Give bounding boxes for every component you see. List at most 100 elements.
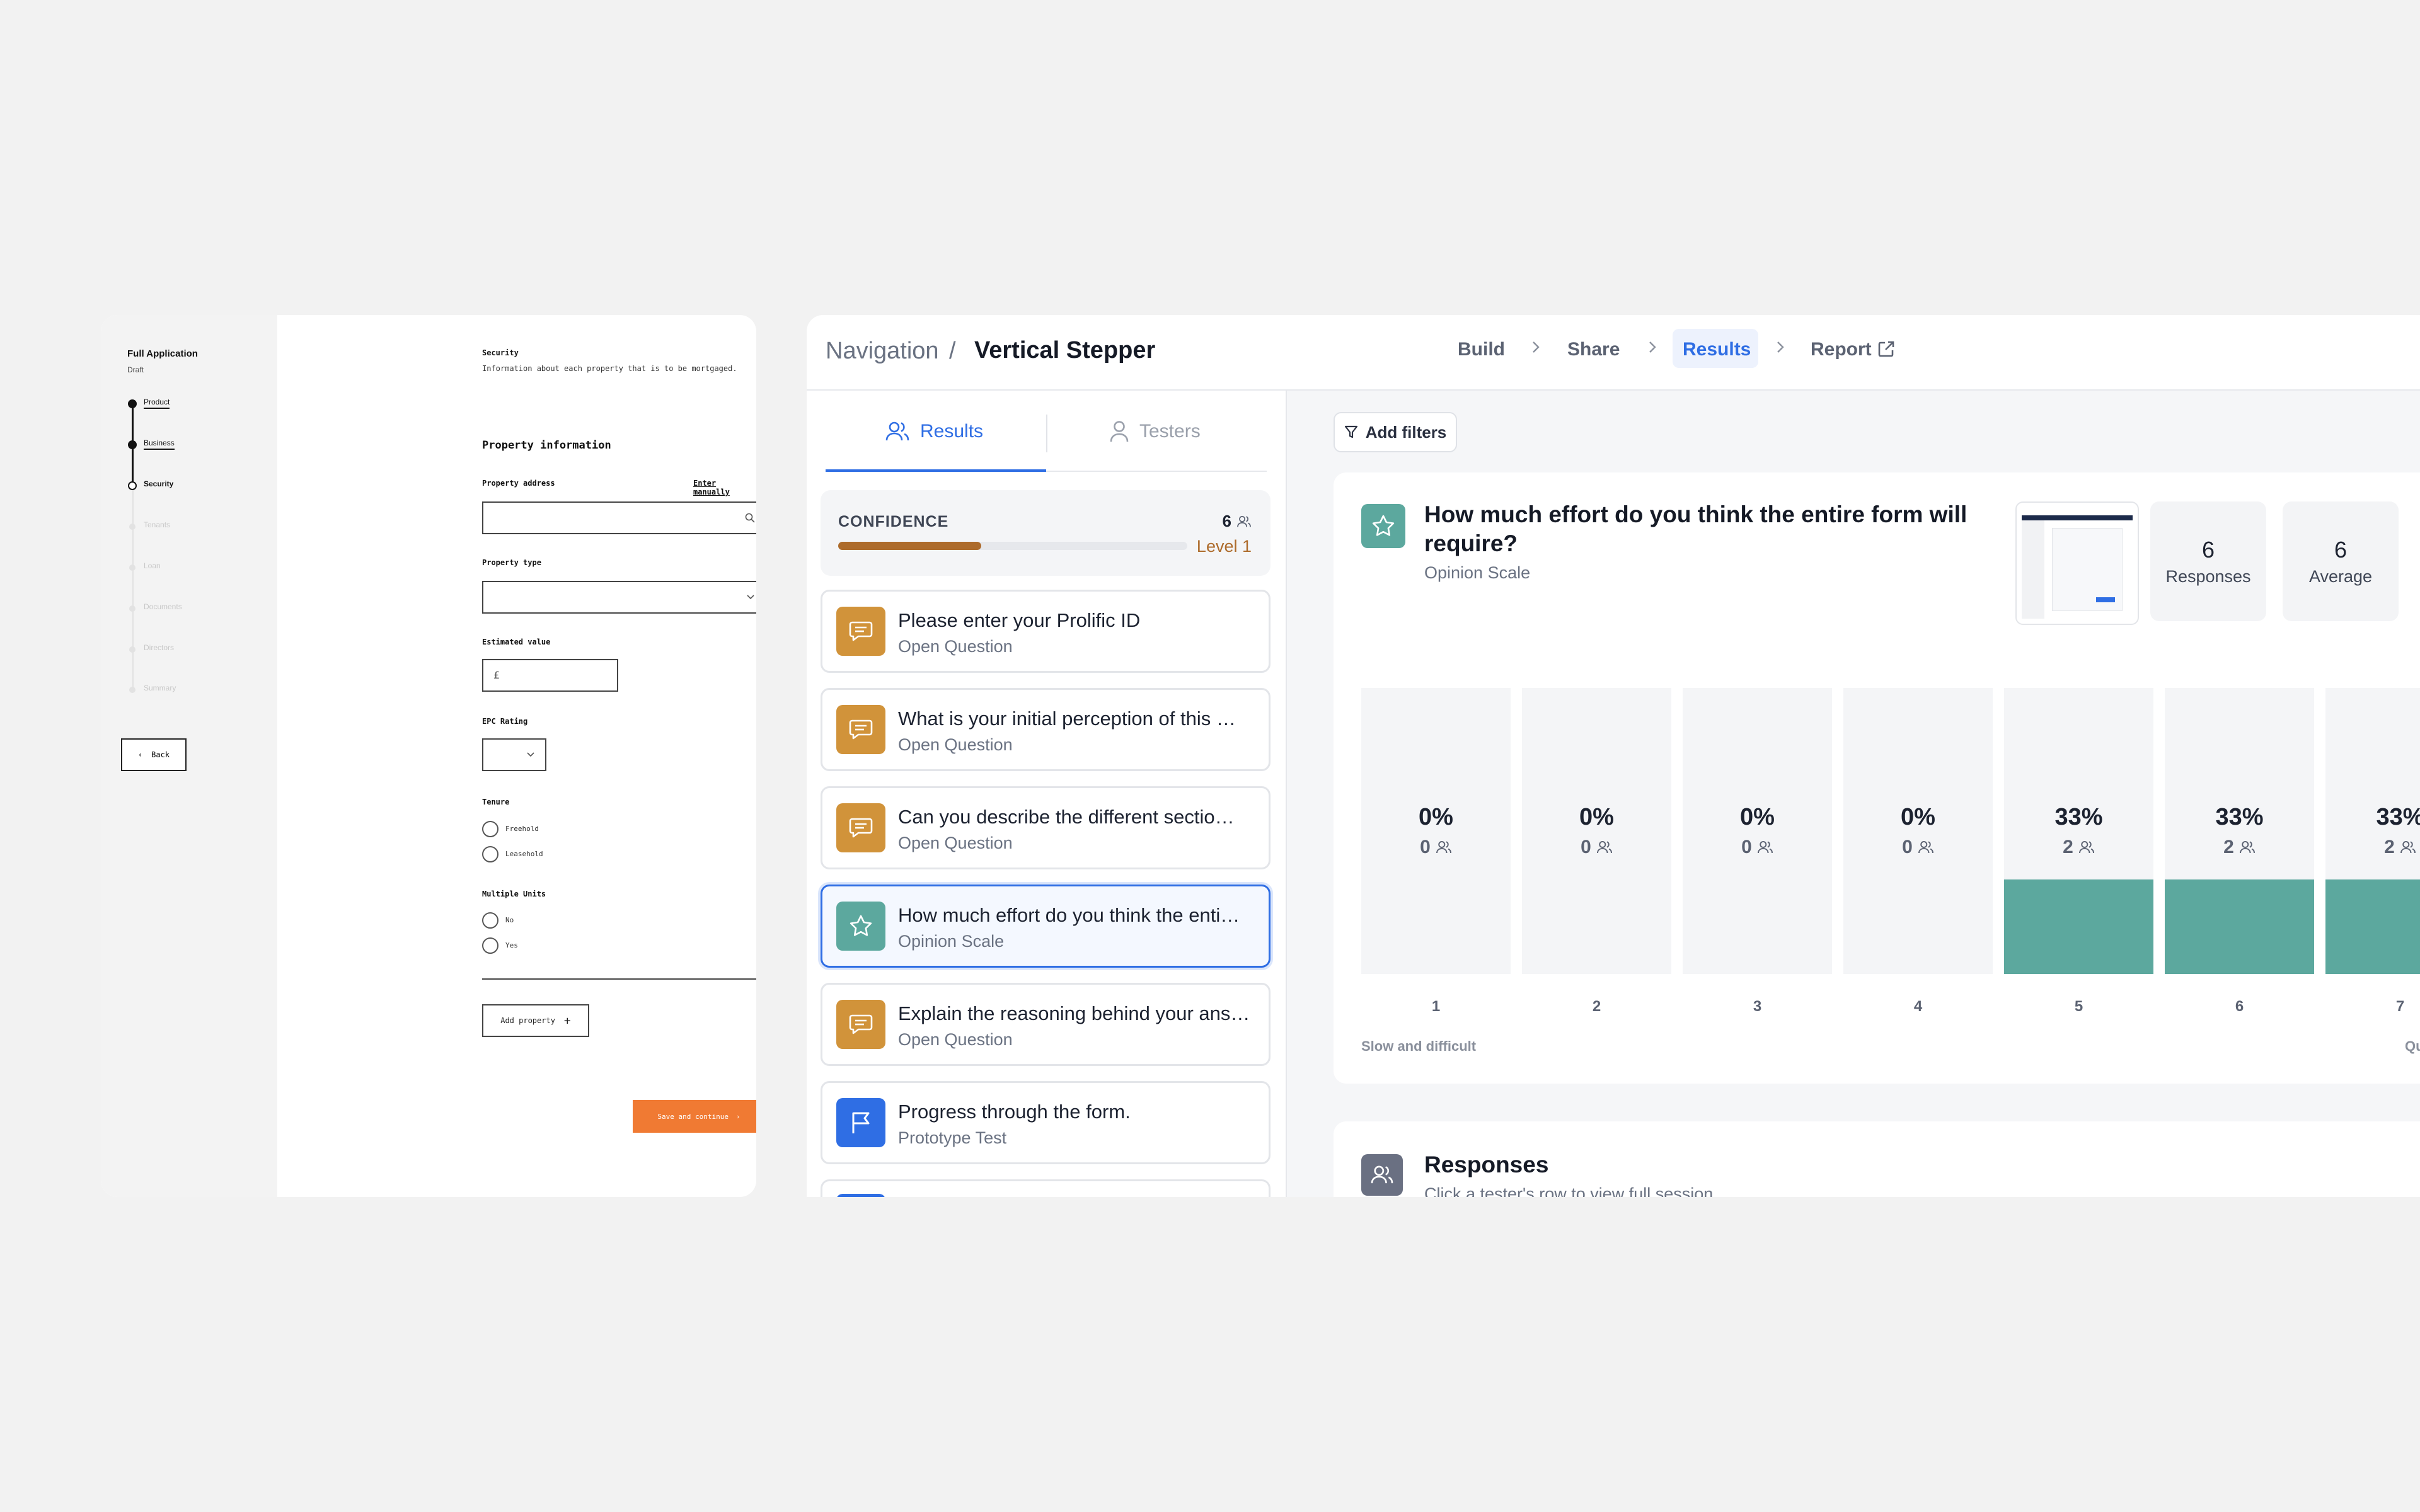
save-continue-label: Save and continue [657,1112,729,1121]
add-property-button[interactable]: Add property + [482,1004,589,1037]
breadcrumb-separator: / [949,338,956,364]
tab-testers-label: Testers [1139,421,1201,442]
form-heading: Property information [482,439,611,452]
yes-label: Yes [505,941,518,949]
question-item[interactable]: Can you describe the different sectio… Op… [821,786,1270,869]
step-dot-documents [129,605,135,612]
step-dot-business [128,440,137,449]
chart-bar-count-group: 0 [1522,837,1671,858]
chart-bar: 33% 2 [2004,688,2153,974]
star-icon [1372,515,1395,536]
step-dot-directors [129,646,135,653]
responses-subtitle: Click a tester's row to view full sessio… [1424,1184,1714,1197]
chart-bar: 33% 2 [2165,688,2314,974]
thumbnail-button [2096,597,2115,602]
chart-bar-count: 0 [1902,837,1913,857]
users-icon [1918,840,1934,854]
scale-low-label: Slow and difficult [1361,1038,1477,1054]
chart-bar-fill [2325,879,2420,974]
thumbnail-header-bar [2022,515,2133,520]
chart-bar-count-group: 2 [2165,837,2314,858]
comment-icon [848,718,873,741]
external-link-icon[interactable] [1876,339,1896,359]
step-share[interactable]: Share [1567,339,1620,360]
radio-no[interactable] [482,912,498,929]
question-item[interactable]: Explain the reasoning behind your ans… Op… [821,983,1270,1066]
responses-stat: 6 Responses [2150,501,2266,621]
top-bar: Navigation / Vertical Stepper Build Shar… [807,315,2420,391]
chart-bar-percent: 0% [1901,804,1935,830]
question-type-badge [836,1194,885,1197]
chart-bar-count-group: 2 [2325,837,2420,858]
tab-results[interactable]: Results [885,413,983,450]
users-icon [1371,1166,1393,1184]
section-title: Security [482,348,519,357]
property-type-select[interactable] [482,581,756,614]
question-item[interactable]: Progress through the form. Prototype Test [821,1081,1270,1164]
step-dot-product [128,399,137,408]
results-app: Navigation / Vertical Stepper Build Shar… [807,315,2420,1197]
question-title: Can you describe the different sectio… [898,806,1235,828]
chart-tick-label: 5 [2074,998,2083,1015]
question-type-badge [836,1098,885,1147]
question-type-badge [836,803,885,852]
step-dot-security [128,481,137,490]
radio-yes[interactable] [482,937,498,954]
question-item[interactable]: Please enter your Prolific ID Open Questi… [821,590,1270,673]
detail-type-badge [1361,504,1405,548]
question-type: Open Question [898,735,1013,754]
save-continue-button[interactable]: Save and continue › [633,1100,756,1133]
back-label: Back [151,750,170,759]
step-business[interactable]: Business [144,438,175,450]
chart-bar-fill [2004,879,2153,974]
property-address-input[interactable] [482,501,756,534]
chart-bar-count: 2 [2063,837,2073,857]
chart-tick-label: 2 [1592,998,1601,1015]
users-icon [2078,840,2095,854]
wireframe-preview: Full Application Draft Product Business … [101,315,756,1197]
question-item[interactable]: What is your initial perception of this … [821,688,1270,771]
question-type-badge [836,607,885,656]
chart-bar-count: 0 [1581,837,1591,857]
tab-divider [1046,415,1047,452]
tab-testers[interactable]: Testers [1109,413,1201,450]
radio-leasehold[interactable] [482,846,498,862]
tenure-label: Tenure [482,798,510,806]
step-report[interactable]: Report [1811,339,1872,360]
radio-freehold[interactable] [482,821,498,837]
enter-manually-link[interactable]: Enter manually [693,479,756,496]
step-product[interactable]: Product [144,398,170,409]
question-item[interactable]: How much effort do you think the enti… Op… [821,885,1270,968]
wireframe-sidebar: Full Application Draft Product Business … [101,315,277,1197]
users-icon [1436,840,1452,854]
chevron-right-icon [1649,341,1656,353]
epc-rating-label: EPC Rating [482,717,528,726]
step-tenants: Tenants [144,520,171,529]
step-results[interactable]: Results [1683,339,1751,360]
chart-tick-label: 4 [1913,998,1923,1015]
average-value: 6 [2334,537,2348,563]
back-button[interactable]: ‹ Back [121,738,187,771]
epc-rating-select[interactable] [482,738,546,771]
question-title: How much effort do you think the enti… [898,904,1240,926]
breadcrumb-root[interactable]: Navigation [826,338,939,365]
question-title: Progress through the form. [898,1101,1131,1123]
user-icon [1110,421,1129,442]
step-build[interactable]: Build [1458,339,1505,360]
step-security[interactable]: Security [144,479,173,488]
add-filters-button[interactable]: Add filters [1334,412,1457,452]
wireframe-title: Full Application [127,348,198,359]
question-item-partial[interactable] [821,1179,1270,1197]
chart-bar: 0% 0 [1843,688,1993,974]
step-summary: Summary [144,684,176,692]
chevron-right-icon: › [735,1112,740,1121]
prototype-thumbnail[interactable] [2015,501,2139,625]
responses-card: Responses Click a tester's row to view f… [1334,1121,2420,1197]
confidence-count-group: 6 [1223,512,1252,531]
chart-bar-percent: 33% [2376,804,2420,830]
step-dot-summary [129,687,135,693]
users-icon [885,421,909,441]
estimated-value-input[interactable]: £ [482,659,618,692]
tab-active-underline [826,469,1046,472]
results-panel: Results Testers CONFIDENCE 6 Level 1 Ple… [807,391,1287,1197]
